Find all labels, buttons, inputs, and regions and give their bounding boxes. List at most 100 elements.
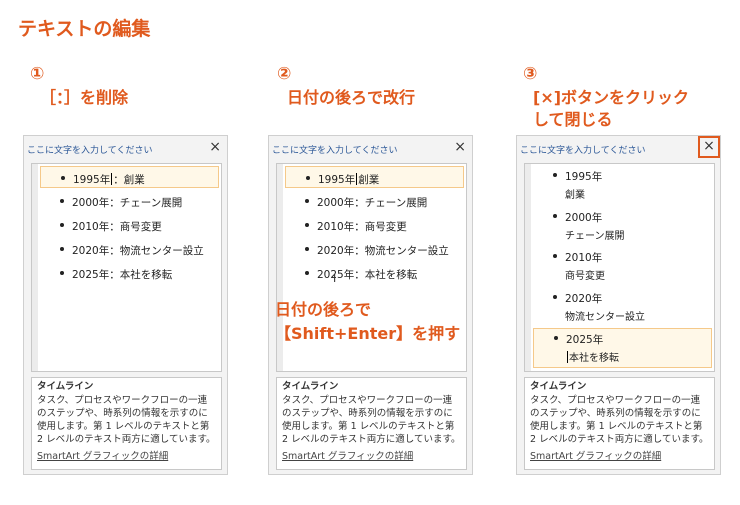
pane-description: タイムライン タスク、プロセスやワークフローの一連のステップや、時系列の情報を示…	[276, 377, 467, 470]
smartart-details-link[interactable]: SmartArt グラフィックの詳細	[37, 450, 216, 463]
pane-description: タイムライン タスク、プロセスやワークフローの一連のステップや、時系列の情報を示…	[31, 377, 222, 470]
step-1-label: ① ［：］を削除	[30, 62, 128, 110]
step-text: ［：］を削除	[40, 88, 129, 107]
item-date: 2000年	[317, 197, 355, 209]
item-text: ：物流センター設立	[354, 245, 449, 257]
item-text: ：物流センター設立	[109, 245, 204, 257]
list-item[interactable]: 2025年：本社を移転	[40, 262, 219, 284]
pane-description: タイムライン タスク、プロセスやワークフローの一連のステップや、時系列の情報を示…	[524, 377, 715, 470]
item-date: 1995年	[318, 174, 356, 186]
item-text: ：商号変更	[354, 221, 407, 233]
item-date: 2010年	[317, 221, 355, 233]
step-text: 日付の後ろで改行	[287, 88, 416, 107]
step-number: ①	[30, 64, 45, 84]
bullet-dot	[61, 176, 65, 180]
description-title: タイムライン	[282, 381, 339, 392]
bullet-dot	[553, 173, 557, 177]
step-text-line2: して閉じる	[533, 110, 613, 129]
bullet-dot	[60, 271, 64, 275]
bullet-dot	[306, 176, 310, 180]
close-icon[interactable]: ×	[454, 139, 466, 155]
item-date: 2025年	[72, 269, 110, 281]
list-item[interactable]: 2010年：商号変更	[285, 214, 464, 236]
text-pane-3: ここに文字を入力してください × 1995年 創業 2000年 チェーン展開 2…	[516, 135, 721, 475]
list-item[interactable]: 2010年：商号変更	[40, 214, 219, 236]
item-text: 本社を移転	[566, 349, 619, 364]
bullet-dot	[305, 247, 309, 251]
item-text: ：創業	[113, 174, 145, 186]
instruction-note: 日付の後ろで 【Shift+Enter】を押す	[275, 298, 460, 346]
bullet-dot	[60, 199, 64, 203]
bullet-dot	[553, 295, 557, 299]
item-date: 1995年	[565, 171, 603, 183]
item-text-value: 本社を移転	[569, 353, 619, 364]
step-text: [×]ボタンをクリック	[533, 88, 690, 107]
list-item[interactable]: 2000年：チェーン展開	[40, 190, 219, 212]
page-title: テキストの編集	[18, 18, 151, 40]
list-item[interactable]: 1995年 ：創業	[40, 166, 219, 188]
item-text: 商号変更	[565, 271, 605, 282]
description-body: タスク、プロセスやワークフローの一連のステップや、時系列の情報を示すのに使用しま…	[282, 395, 461, 445]
list-gutter	[525, 164, 531, 371]
pane-header: ここに文字を入力してください ×	[517, 136, 720, 160]
item-date: 1995年	[73, 174, 111, 186]
item-text: ：本社を移転	[109, 269, 173, 281]
item-date: 2020年	[317, 245, 355, 257]
step-number: ②	[277, 64, 292, 84]
list-item[interactable]: 2020年：物流センター設立	[40, 238, 219, 260]
step-2-label: ② 日付の後ろで改行	[277, 62, 415, 110]
smartart-details-link[interactable]: SmartArt グラフィックの詳細	[530, 450, 709, 463]
list-item[interactable]: 1995年 創業	[285, 166, 464, 188]
bullet-dot	[305, 271, 309, 275]
item-text: ：チェーン展開	[354, 197, 428, 209]
list-item[interactable]: 1995年 創業	[533, 166, 712, 202]
item-text: 創業	[565, 190, 585, 201]
item-text: 物流センター設立	[565, 312, 645, 323]
bullet-dot	[60, 247, 64, 251]
item-date: 2010年	[72, 221, 110, 233]
note-line-1: 日付の後ろで	[275, 300, 372, 319]
item-date: 2025年	[566, 334, 604, 346]
list-item[interactable]: 2020年：物流センター設立	[285, 238, 464, 260]
bullet-dot	[554, 336, 558, 340]
list-item[interactable]: 2025年：本社を移転	[285, 262, 464, 284]
step-number: ③	[523, 64, 538, 84]
list-item[interactable]: 2000年 チェーン展開	[533, 207, 712, 243]
item-date: 2020年	[565, 293, 603, 305]
pane-header-text: ここに文字を入力してください	[27, 146, 153, 156]
close-icon[interactable]: ×	[209, 139, 221, 155]
list-item[interactable]: 2000年：チェーン展開	[285, 190, 464, 212]
text-pane-1: ここに文字を入力してください × 1995年 ：創業 2000年：チェーン展開 2…	[23, 135, 228, 475]
description-title: タイムライン	[37, 381, 94, 392]
step-3-label: ③ [×]ボタンをクリック して閉じる	[523, 62, 689, 132]
smartart-details-link[interactable]: SmartArt グラフィックの詳細	[282, 450, 461, 463]
item-date: 2000年	[565, 212, 603, 224]
bullet-dot	[305, 223, 309, 227]
description-body: タスク、プロセスやワークフローの一連のステップや、時系列の情報を示すのに使用しま…	[37, 395, 216, 445]
item-text: ：商号変更	[109, 221, 162, 233]
description-body: タスク、プロセスやワークフローの一連のステップや、時系列の情報を示すのに使用しま…	[530, 395, 709, 445]
bullet-dot	[553, 254, 557, 258]
pane-header: ここに文字を入力してください ×	[269, 136, 472, 160]
description-title: タイムライン	[530, 381, 587, 392]
list-gutter	[32, 164, 38, 371]
bullet-list[interactable]: 1995年 創業 2000年 チェーン展開 2010年 商号変更 2020年 物…	[524, 163, 715, 372]
bullet-dot	[305, 199, 309, 203]
pane-header-text: ここに文字を入力してください	[272, 146, 398, 156]
i-beam-cursor-icon: I	[333, 272, 337, 285]
pane-header-text: ここに文字を入力してください	[520, 146, 646, 156]
bullet-dot	[60, 223, 64, 227]
item-text: ：本社を移転	[354, 269, 418, 281]
item-date: 2020年	[72, 245, 110, 257]
bullet-list[interactable]: 1995年 ：創業 2000年：チェーン展開 2010年：商号変更 2020年：物…	[31, 163, 222, 372]
list-item[interactable]: 2020年 物流センター設立	[533, 288, 712, 324]
item-text: ：チェーン展開	[109, 197, 183, 209]
item-date: 2000年	[72, 197, 110, 209]
list-item[interactable]: 2025年 本社を移転	[533, 328, 712, 368]
item-date: 2010年	[565, 252, 603, 264]
close-icon[interactable]: ×	[698, 136, 720, 158]
item-text: 創業	[358, 174, 380, 186]
item-text: チェーン展開	[565, 231, 625, 242]
note-line-2: 【Shift+Enter】を押す	[275, 324, 461, 343]
list-item[interactable]: 2010年 商号変更	[533, 247, 712, 283]
